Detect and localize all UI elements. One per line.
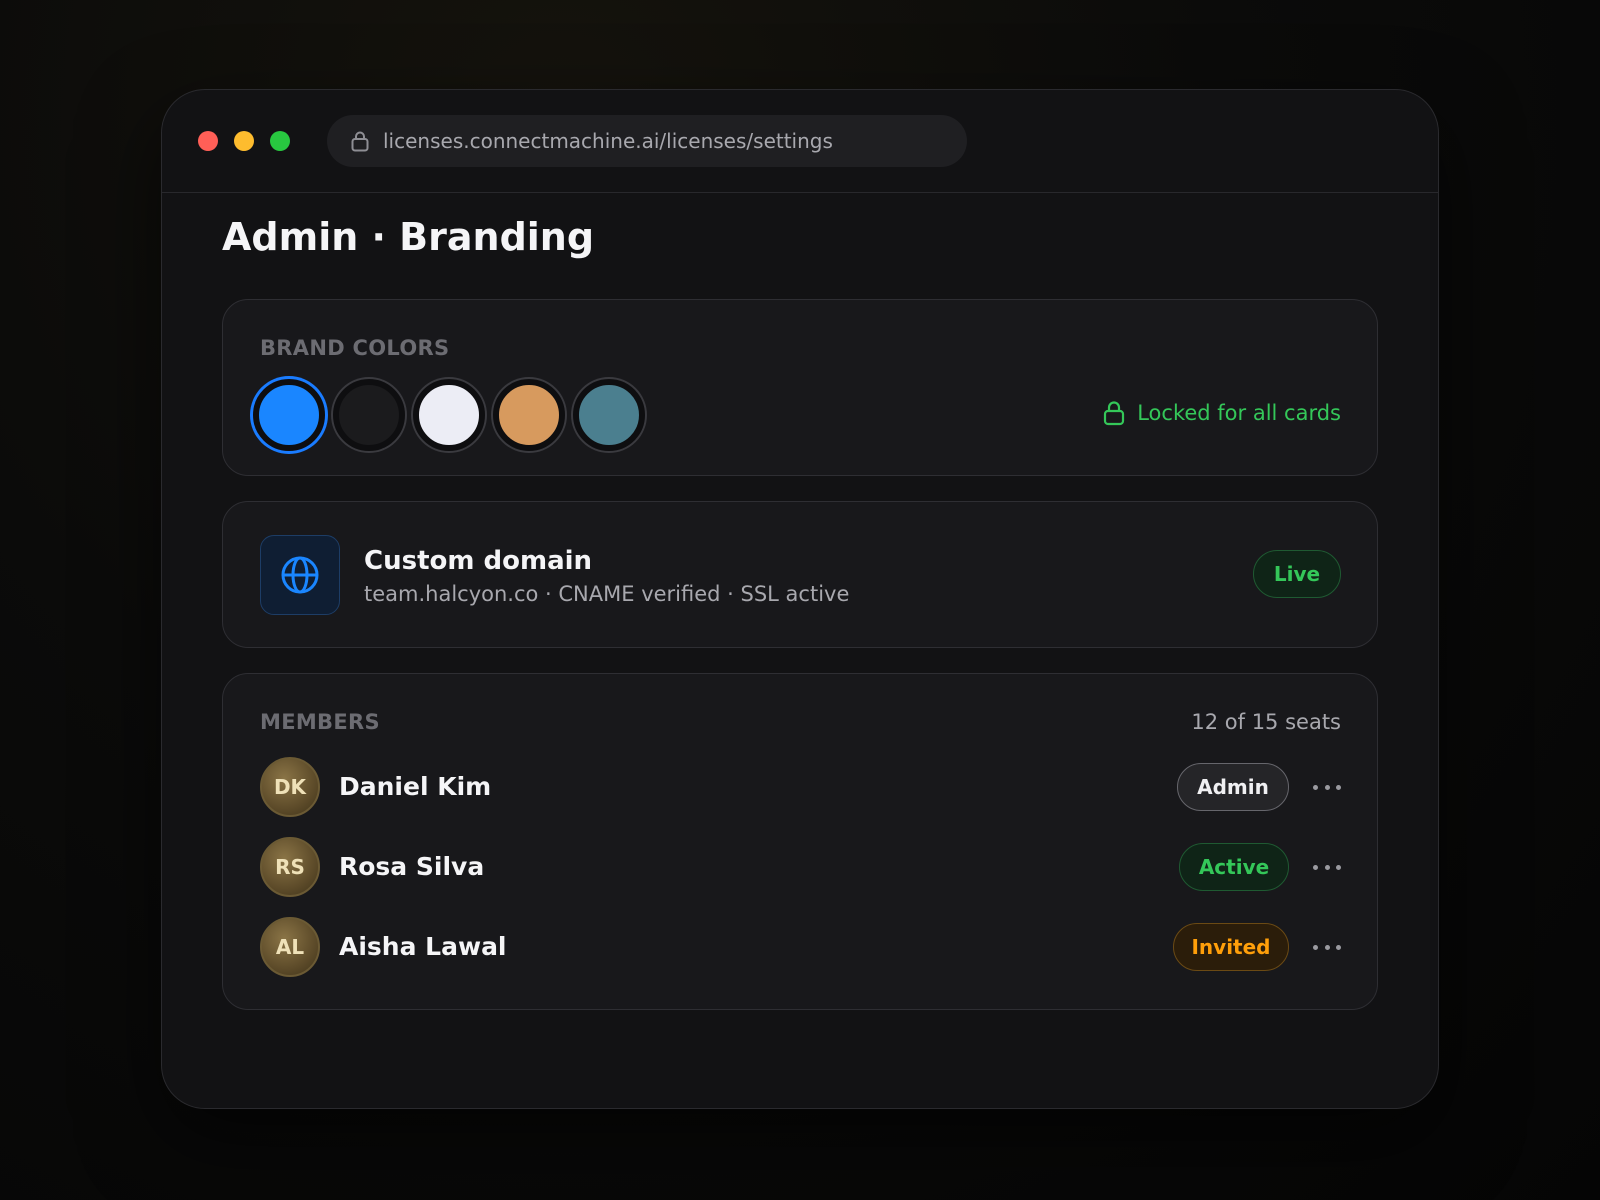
- brand-swatch[interactable]: [253, 379, 325, 451]
- avatar: DK: [260, 757, 320, 817]
- more-options-icon[interactable]: [1313, 855, 1341, 879]
- brand-colors-label: BRAND COLORS: [260, 336, 450, 360]
- member-row[interactable]: AL Aisha Lawal Invited: [260, 917, 1341, 977]
- domain-status-badge: Live: [1253, 550, 1341, 598]
- brand-swatch[interactable]: [573, 379, 645, 451]
- member-row[interactable]: RS Rosa Silva Active: [260, 837, 1341, 897]
- member-status-badge[interactable]: Invited: [1173, 923, 1289, 971]
- brand-colors-card: BRAND COLORS Locked for all cards: [222, 299, 1378, 476]
- member-name: Aisha Lawal: [339, 932, 507, 961]
- brand-swatch[interactable]: [333, 379, 405, 451]
- minimize-window-button[interactable]: [234, 131, 254, 151]
- custom-domain-card: Custom domain team.halcyon.co · CNAME ve…: [222, 501, 1378, 648]
- locked-text: Locked for all cards: [1137, 401, 1341, 425]
- brand-swatch[interactable]: [413, 379, 485, 451]
- browser-window: licenses.connectmachine.ai/licenses/sett…: [161, 89, 1439, 1109]
- members-card: MEMBERS 12 of 15 seats DK Daniel Kim Adm…: [222, 673, 1378, 1010]
- more-options-icon[interactable]: [1313, 935, 1341, 959]
- member-name: Rosa Silva: [339, 852, 485, 881]
- address-bar[interactable]: licenses.connectmachine.ai/licenses/sett…: [327, 115, 967, 167]
- seat-count: 12 of 15 seats: [1191, 710, 1341, 734]
- brand-swatch[interactable]: [493, 379, 565, 451]
- maximize-window-button[interactable]: [270, 131, 290, 151]
- lock-icon: [351, 131, 369, 152]
- globe-icon-container: [260, 535, 340, 615]
- member-status-badge[interactable]: Active: [1179, 843, 1289, 891]
- url-text: licenses.connectmachine.ai/licenses/sett…: [383, 129, 833, 153]
- member-role-badge[interactable]: Admin: [1177, 763, 1289, 811]
- avatar: RS: [260, 837, 320, 897]
- page-content: Admin · Branding BRAND COLORS Locked for…: [222, 218, 1378, 1010]
- members-label: MEMBERS: [260, 710, 380, 734]
- member-row[interactable]: DK Daniel Kim Admin: [260, 757, 1341, 817]
- lock-icon: [1104, 401, 1125, 426]
- close-window-button[interactable]: [198, 131, 218, 151]
- more-options-icon[interactable]: [1313, 775, 1341, 799]
- locked-indicator: Locked for all cards: [1103, 400, 1341, 426]
- brand-swatch-list: [253, 379, 645, 451]
- globe-icon: [281, 556, 319, 594]
- page-title: Admin · Branding: [222, 215, 595, 259]
- custom-domain-title: Custom domain: [364, 546, 593, 576]
- member-name: Daniel Kim: [339, 772, 492, 801]
- window-titlebar: licenses.connectmachine.ai/licenses/sett…: [162, 90, 1438, 193]
- avatar: AL: [260, 917, 320, 977]
- custom-domain-details: team.halcyon.co · CNAME verified · SSL a…: [364, 582, 850, 606]
